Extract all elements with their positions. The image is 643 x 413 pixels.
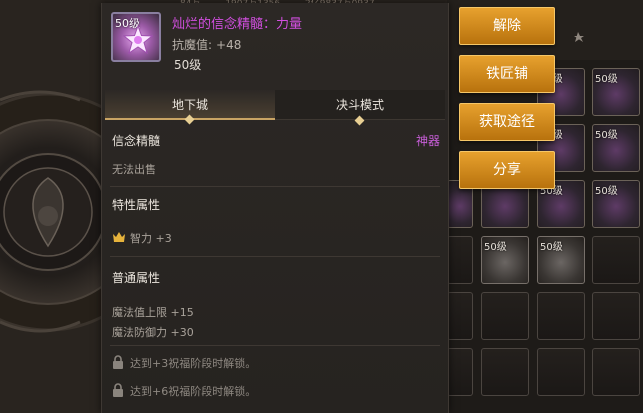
item-rarity: 神器 — [416, 134, 441, 148]
normal-attributes-title: 普通属性 — [112, 271, 161, 285]
item-primary-stat: 抗魔值: +48 — [172, 36, 241, 53]
inventory-slot[interactable] — [592, 348, 640, 396]
divider — [110, 345, 440, 346]
inventory-slot[interactable]: 50级 — [481, 236, 529, 284]
inventory-slot[interactable] — [481, 348, 529, 396]
special-attributes-title: 特性属性 — [112, 198, 161, 212]
item-stat-value: +48 — [216, 38, 242, 52]
tab-duel-mode[interactable]: 决斗模式 — [275, 90, 445, 126]
divider — [110, 256, 440, 257]
dismantle-button[interactable]: 解除 — [459, 7, 555, 45]
item-tooltip-panel: 50级 灿烂的信念精髓：力量 抗魔值: +48 50级 地下城 决斗模式 信念精髓… — [101, 3, 449, 413]
item-stat-label: 抗魔值: — [172, 38, 213, 52]
item-icon: 50级 — [111, 12, 161, 62]
blacksmith-button[interactable]: 铁匠铺 — [459, 55, 555, 93]
tab-dungeon[interactable]: 地下城 — [105, 90, 275, 125]
lock-icon — [113, 383, 123, 397]
inventory-slot[interactable]: 50级 — [592, 68, 640, 116]
inventory-slot[interactable] — [447, 292, 473, 340]
trade-status: 无法出售 — [112, 163, 156, 176]
inventory-slot[interactable] — [537, 292, 585, 340]
tab-dungeon-label: 地下城 — [171, 98, 208, 112]
normal-attribute: 魔法值上限 +15 — [112, 306, 194, 319]
lock-icon — [113, 355, 123, 369]
normal-attribute: 魔法防御力 +30 — [112, 326, 194, 339]
inventory-slot[interactable]: 50级 — [592, 180, 640, 228]
inventory-slot[interactable]: 50级 — [592, 124, 640, 172]
inventory-slot[interactable] — [481, 292, 529, 340]
item-name: 灿烂的信念精髓：力量 — [172, 17, 303, 32]
inventory-slot[interactable] — [592, 236, 640, 284]
item-category: 信念精髓 — [112, 134, 161, 148]
star-gem-icon — [123, 25, 153, 55]
inventory-slot[interactable] — [537, 348, 585, 396]
inventory-slot[interactable] — [447, 348, 473, 396]
inventory-slot[interactable]: 50级 — [537, 236, 585, 284]
tab-indicator-icon — [354, 115, 365, 126]
locked-attribute: 达到+6祝福阶段时解锁。 — [130, 385, 257, 398]
special-attribute: 智力 +3 — [130, 232, 172, 245]
locked-attribute: 达到+3祝福阶段时解锁。 — [130, 357, 257, 370]
tab-indicator-icon — [184, 114, 195, 125]
inventory-slot[interactable] — [447, 236, 473, 284]
share-button[interactable]: 分享 — [459, 151, 555, 189]
item-level: 50级 — [174, 58, 202, 72]
tab-duel-mode-label: 决斗模式 — [335, 98, 384, 112]
divider — [110, 186, 440, 187]
inventory-slot[interactable] — [592, 292, 640, 340]
obtain-method-button[interactable]: 获取途径 — [459, 103, 555, 141]
crown-icon — [113, 232, 125, 242]
